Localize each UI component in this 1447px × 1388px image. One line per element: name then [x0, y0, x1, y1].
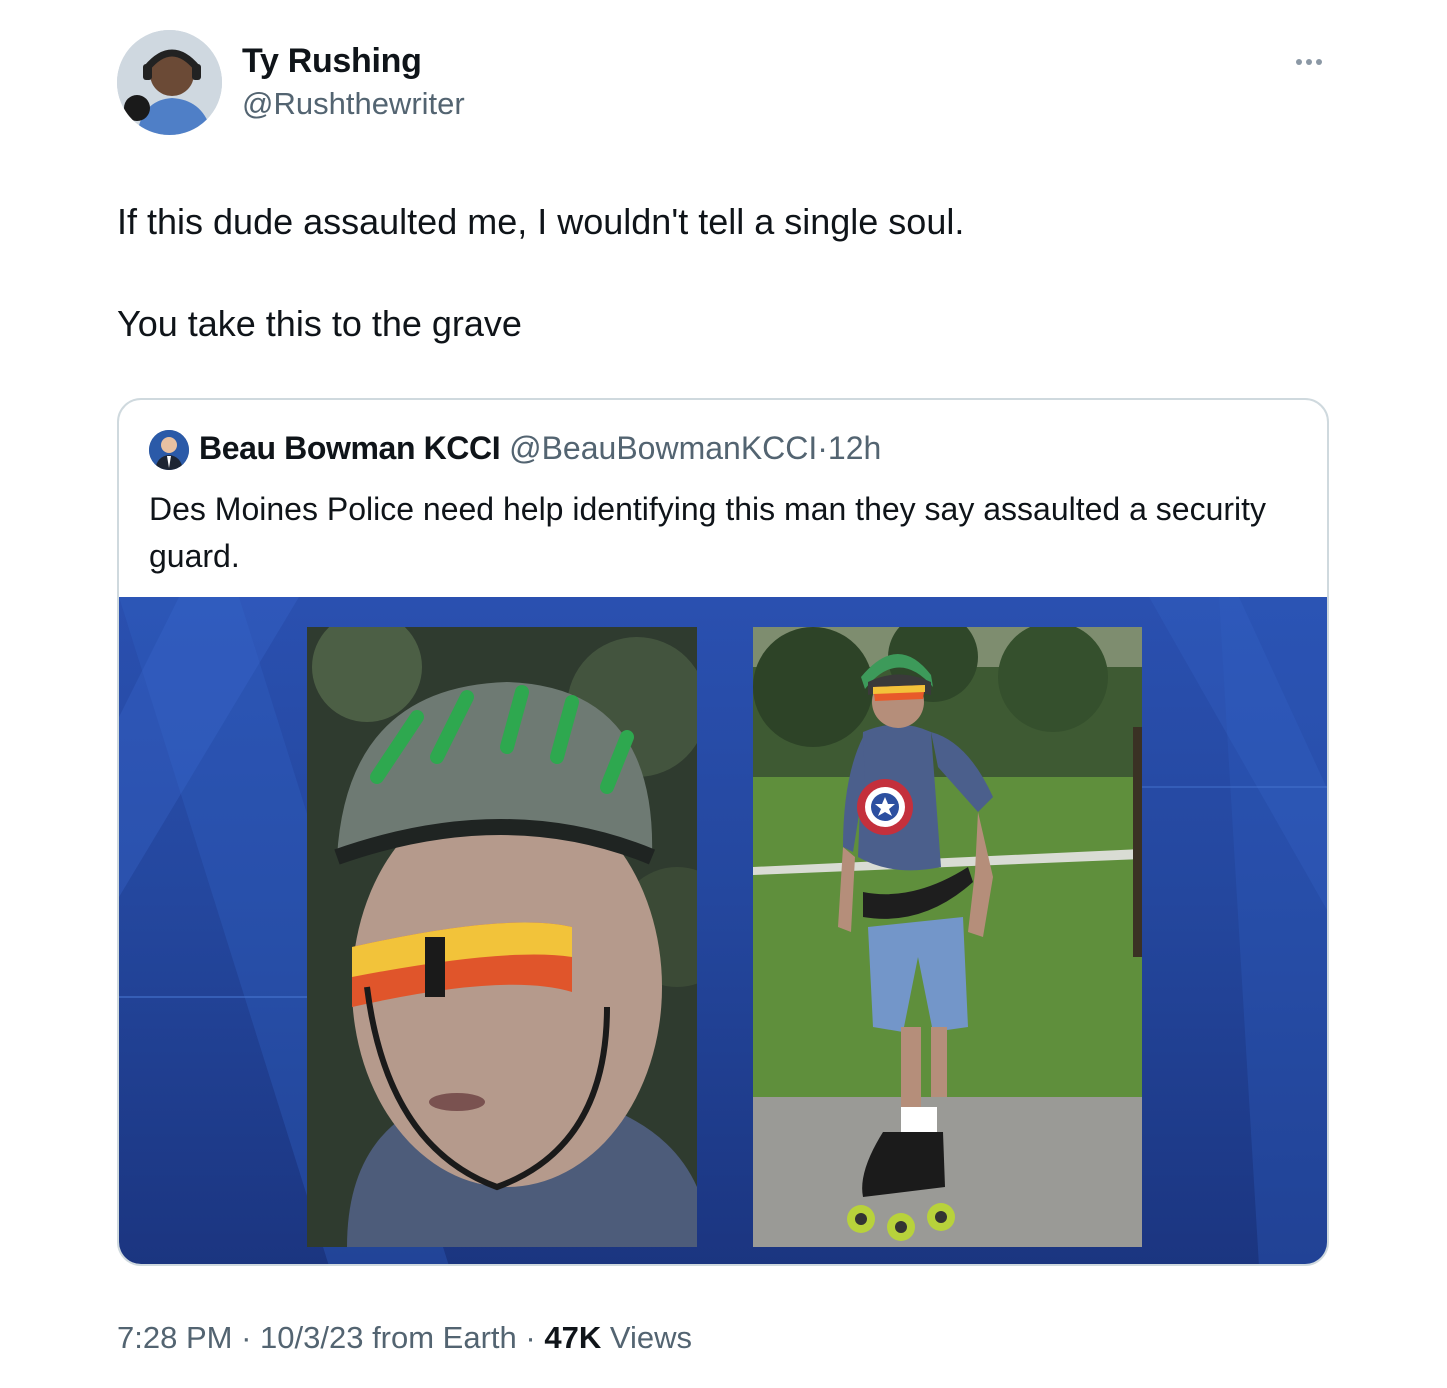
suspect-fullbody-photo[interactable]: [753, 627, 1142, 1247]
meta-separator: ·: [516, 1320, 545, 1355]
more-horizontal-icon[interactable]: [1296, 52, 1330, 72]
quoted-tweet-time[interactable]: 12h: [828, 430, 881, 466]
tweet-meta: 7:28 PM · 10/3/23 from Earth · 47K Views: [117, 1320, 692, 1356]
author-name[interactable]: Ty Rushing: [242, 42, 422, 81]
tweet-text-line-1: If this dude assaulted me, I wouldn't te…: [117, 201, 965, 242]
header-separator: ·: [817, 430, 828, 466]
media-background-graphic: [119, 597, 1327, 1264]
suspect-closeup-photo[interactable]: [307, 627, 697, 1247]
quoted-tweet-media[interactable]: [119, 597, 1327, 1264]
meta-separator: ·: [232, 1320, 261, 1355]
quoted-author-name[interactable]: Beau Bowman KCCI: [199, 430, 501, 466]
quoted-tweet-header: Beau Bowman KCCI @BeauBowmanKCCI·12h: [199, 430, 881, 467]
tweet-text-line-2: You take this to the grave: [117, 303, 522, 344]
quoted-author-avatar[interactable]: [149, 430, 189, 470]
author-avatar[interactable]: [117, 30, 222, 135]
quoted-tweet-text: Des Moines Police need help identifying …: [149, 491, 1267, 574]
tweet-time[interactable]: 7:28 PM: [117, 1320, 232, 1355]
tweet-source: from Earth: [363, 1320, 517, 1355]
views-label: Views: [601, 1320, 692, 1355]
tweet-date[interactable]: 10/3/23: [260, 1320, 363, 1355]
quoted-author-handle[interactable]: @BeauBowmanKCCI: [509, 430, 817, 466]
quoted-tweet-card[interactable]: Beau Bowman KCCI @BeauBowmanKCCI·12h Des…: [117, 398, 1329, 1266]
author-handle[interactable]: @Rushthewriter: [242, 86, 465, 122]
views-count[interactable]: 47K: [544, 1320, 601, 1355]
